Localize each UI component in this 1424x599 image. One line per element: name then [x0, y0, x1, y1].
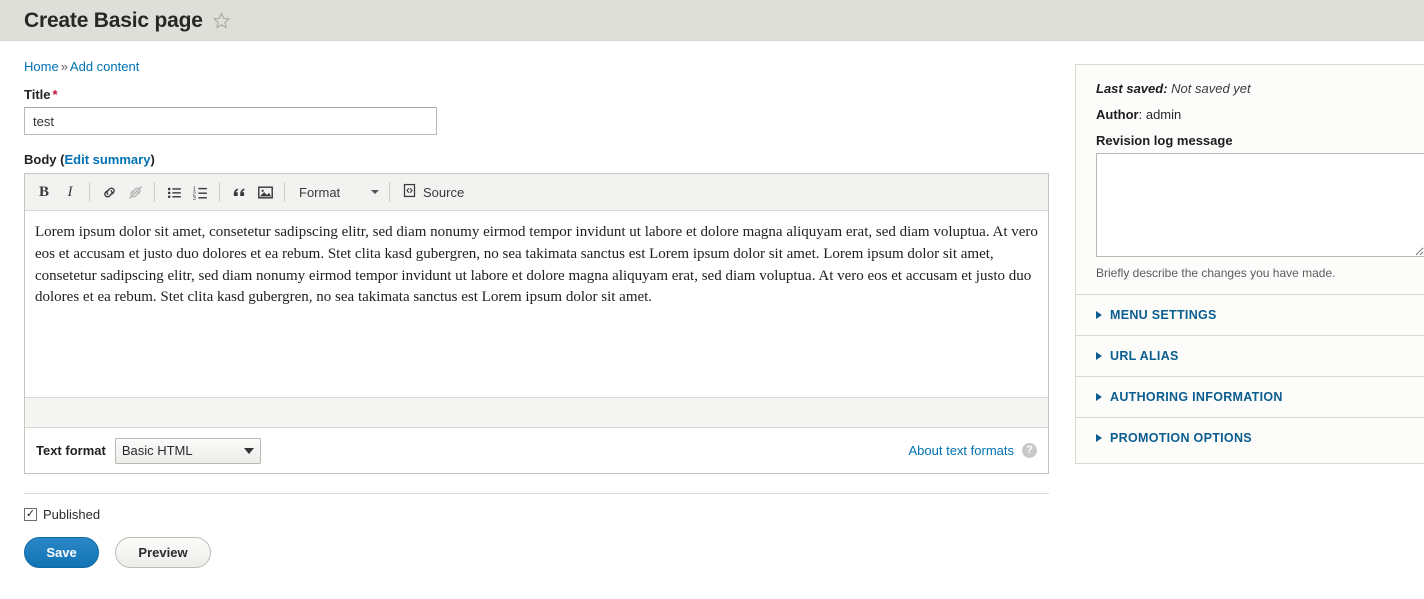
- save-button[interactable]: Save: [24, 537, 99, 568]
- editor-toolbar: B I 1 2 3 Format Source: [25, 174, 1048, 211]
- chevron-down-icon: [371, 190, 379, 194]
- node-meta-panel: Last saved: Not saved yet Author: admin …: [1075, 64, 1424, 464]
- sidebar-section-label: Authoring information: [1110, 389, 1283, 404]
- page-layout: Home»Add content Title* Body (Edit summa…: [0, 41, 1424, 599]
- revision-log-label: Revision log message: [1096, 132, 1233, 148]
- toolbar-separator: [389, 182, 390, 202]
- breadcrumb: Home» Add content: [24, 41, 1051, 87]
- blockquote-icon[interactable]: [226, 180, 252, 205]
- title-label-text: Title: [24, 87, 51, 102]
- title-label: Title *: [24, 87, 1051, 102]
- text-format-label: Text format: [36, 443, 106, 458]
- editor-resize-footer[interactable]: [25, 397, 1048, 427]
- published-label: Published: [43, 507, 101, 522]
- text-format-selected-value: Basic HTML: [121, 443, 193, 458]
- author-label: Author: [1096, 106, 1139, 122]
- chevron-right-icon: [1096, 392, 1102, 401]
- author-colon: :: [1138, 106, 1146, 122]
- chevron-right-icon: [1096, 351, 1102, 360]
- node-meta-block: Last saved: Not saved yet Author: admin …: [1076, 65, 1424, 295]
- image-icon[interactable]: [252, 180, 278, 205]
- chevron-right-icon: [1096, 310, 1102, 319]
- body-editable-area[interactable]: Lorem ipsum dolor sit amet, consetetur s…: [25, 211, 1048, 397]
- published-row[interactable]: ✓ Published: [24, 507, 1051, 522]
- bold-button[interactable]: B: [31, 180, 57, 205]
- toolbar-separator: [89, 182, 90, 202]
- link-icon[interactable]: [96, 180, 122, 205]
- bulleted-list-icon[interactable]: [161, 180, 187, 205]
- numbered-list-icon[interactable]: 1 2 3: [187, 180, 213, 205]
- breadcrumb-link-home[interactable]: Home: [24, 59, 59, 74]
- last-saved-row: Last saved: Not saved yet: [1096, 81, 1424, 98]
- revision-log-help-text: Briefly describe the changes you have ma…: [1096, 265, 1336, 280]
- format-dropdown-label: Format: [299, 184, 341, 200]
- author-value: admin: [1145, 106, 1182, 122]
- preview-button[interactable]: Preview: [115, 537, 211, 568]
- published-checkbox[interactable]: ✓: [24, 508, 37, 521]
- toolbar-separator: [154, 182, 155, 202]
- breadcrumb-link-add-content[interactable]: Add content: [70, 59, 139, 74]
- sidebar-column: Last saved: Not saved yet Author: admin …: [1075, 41, 1424, 464]
- last-saved-colon: :: [1163, 81, 1172, 96]
- toolbar-separator: [284, 182, 285, 202]
- sidebar-section-menu-settings[interactable]: Menu settings: [1076, 295, 1424, 336]
- actions-divider: [24, 493, 1049, 494]
- sidebar-section-url-alias[interactable]: URL alias: [1076, 336, 1424, 377]
- sidebar-section-label: Menu settings: [1110, 307, 1217, 322]
- sidebar-section-authoring-information[interactable]: Authoring information: [1076, 377, 1424, 418]
- star-outline-icon[interactable]: [212, 11, 231, 30]
- edit-summary-link[interactable]: Edit summary: [64, 152, 150, 167]
- source-button[interactable]: Source: [396, 180, 470, 205]
- text-format-select[interactable]: Basic HTML: [114, 437, 261, 464]
- format-dropdown[interactable]: Format: [291, 180, 383, 205]
- title-input[interactable]: [24, 107, 437, 135]
- page-header: Create Basic page: [0, 0, 1424, 41]
- form-actions: Save Preview: [24, 537, 1051, 568]
- last-saved-value: Not saved yet: [1171, 81, 1251, 96]
- sidebar-section-promotion-options[interactable]: Promotion options: [1076, 418, 1424, 459]
- sidebar-section-label: Promotion options: [1110, 431, 1252, 446]
- rich-text-editor: B I 1 2 3 Format Source Lorem ipsum dolo…: [24, 173, 1049, 474]
- about-text-formats-link[interactable]: About text formats: [909, 443, 1015, 458]
- author-row: Author: admin: [1096, 107, 1424, 124]
- body-paren-close: ): [150, 152, 155, 167]
- chevron-down-icon: [243, 447, 254, 454]
- main-content-column: Home»Add content Title* Body (Edit summa…: [0, 41, 1075, 568]
- body-label: Body (Edit summary): [24, 152, 1051, 167]
- unlink-icon: [122, 180, 148, 205]
- title-required-mark: *: [52, 87, 58, 102]
- toolbar-separator: [219, 182, 220, 202]
- revision-log-textarea[interactable]: [1096, 152, 1424, 257]
- breadcrumb-separator: »: [60, 59, 68, 74]
- source-button-label: Source: [423, 184, 465, 200]
- body-label-text: Body: [24, 152, 57, 167]
- page-title: Create Basic page: [24, 8, 203, 32]
- body-paragraph: Lorem ipsum dolor sit amet, consetetur s…: [35, 224, 1038, 306]
- help-icon[interactable]: ?: [1022, 442, 1037, 458]
- svg-text:3: 3: [192, 195, 195, 200]
- text-format-bar: Text format Basic HTML About text format…: [25, 427, 1048, 473]
- sidebar-section-label: URL alias: [1110, 348, 1179, 363]
- source-code-icon: [402, 183, 417, 201]
- italic-button[interactable]: I: [57, 180, 83, 205]
- chevron-right-icon: [1096, 434, 1102, 443]
- last-saved-label: Last saved: [1096, 81, 1164, 96]
